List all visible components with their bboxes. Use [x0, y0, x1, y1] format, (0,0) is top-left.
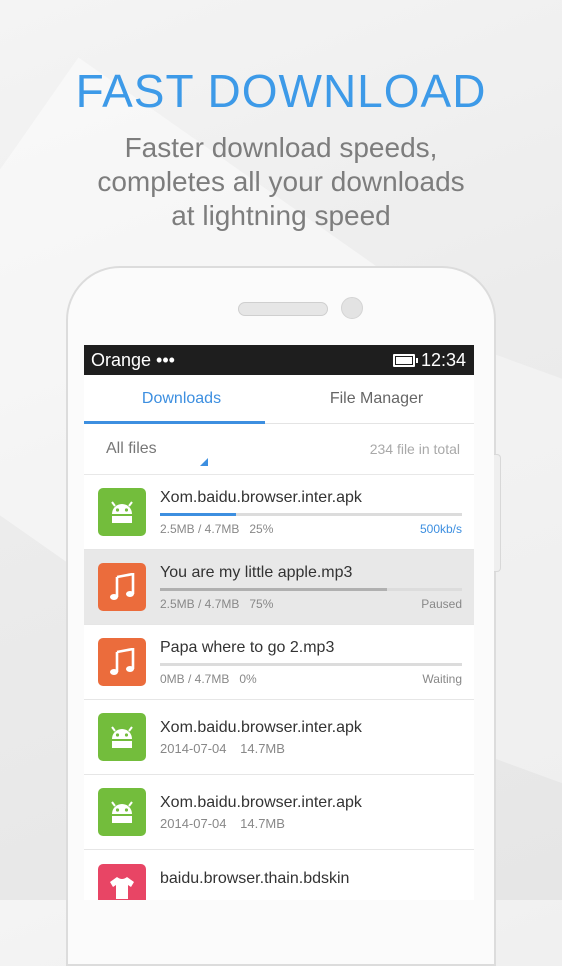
download-percent: 75% [249, 596, 274, 611]
tab-bar: Downloads File Manager [84, 375, 474, 424]
download-row[interactable]: You are my little apple.mp3 2.5MB / 4.7M… [84, 550, 474, 625]
status-bar: Orange ••• 12:34 [84, 345, 474, 375]
file-row[interactable]: Xom.baidu.browser.inter.apk 2014-07-04 1… [84, 775, 474, 850]
file-date: 2014-07-04 [160, 740, 227, 756]
android-icon [98, 788, 146, 836]
file-name: Xom.baidu.browser.inter.apk [160, 718, 362, 736]
download-progress-bar [160, 587, 462, 591]
download-progress-bar [160, 512, 462, 516]
file-date: 2014-07-04 [160, 815, 227, 831]
android-icon [98, 488, 146, 536]
download-progress-fill [160, 512, 236, 516]
download-progress-bar [160, 662, 462, 666]
shirt-icon [98, 864, 146, 900]
download-percent: 25% [249, 521, 274, 536]
promo-subtitle-line: completes all your downloads [97, 166, 465, 197]
file-name: Xom.baidu.browser.inter.apk [160, 488, 362, 506]
download-row[interactable]: Xom.baidu.browser.inter.apk 2.5MB / 4.7M… [84, 475, 474, 550]
music-note-icon [98, 638, 146, 686]
file-size: 14.7MB [240, 740, 285, 756]
phone-camera [341, 297, 363, 319]
download-status: Waiting [422, 671, 462, 686]
promo-subtitle-line: at lightning speed [171, 200, 391, 231]
phone-screen: Orange ••• 12:34 Downloads File Manager … [84, 345, 474, 900]
music-note-icon [98, 563, 146, 611]
file-size: 0MB / 4.7MB [160, 671, 230, 686]
download-progress-fill [160, 587, 387, 591]
download-row[interactable]: Papa where to go 2.mp3 0MB / 4.7MB 0% Wa… [84, 625, 474, 700]
file-name: Papa where to go 2.mp3 [160, 638, 335, 656]
android-icon [98, 713, 146, 761]
filter-bar: All files 234 file in total [84, 424, 474, 475]
file-name: You are my little apple.mp3 [160, 563, 353, 581]
file-name: Xom.baidu.browser.inter.apk [160, 793, 362, 811]
download-percent: 0% [239, 671, 257, 686]
file-row[interactable]: Xom.baidu.browser.inter.apk 2014-07-04 1… [84, 700, 474, 775]
download-status: Paused [421, 596, 462, 611]
download-speed: 500kb/s [419, 521, 462, 536]
file-name: baidu.browser.thain.bdskin [160, 870, 350, 887]
file-size: 2.5MB / 4.7MB [160, 596, 240, 611]
file-row[interactable]: baidu.browser.thain.bdskin [84, 850, 474, 900]
file-count-label: 234 file in total [369, 441, 460, 457]
tab-downloads[interactable]: Downloads [84, 375, 279, 423]
file-size: 14.7MB [240, 815, 285, 831]
tab-file-manager[interactable]: File Manager [279, 375, 474, 423]
promo-headline: FAST DOWNLOAD [75, 65, 487, 117]
file-type-dropdown[interactable]: All files [106, 440, 157, 458]
phone-side-button [494, 454, 501, 572]
clock-label: 12:34 [420, 349, 466, 370]
phone-speaker [238, 302, 328, 316]
promo-subtitle-line: Faster download speeds, [124, 132, 438, 163]
promo-subtitle: Faster download speeds, completes all yo… [0, 131, 562, 233]
battery-icon [392, 353, 418, 367]
file-size: 2.5MB / 4.7MB [160, 521, 240, 536]
carrier-label: Orange ••• [91, 349, 175, 370]
dropdown-corner-icon [200, 458, 208, 466]
